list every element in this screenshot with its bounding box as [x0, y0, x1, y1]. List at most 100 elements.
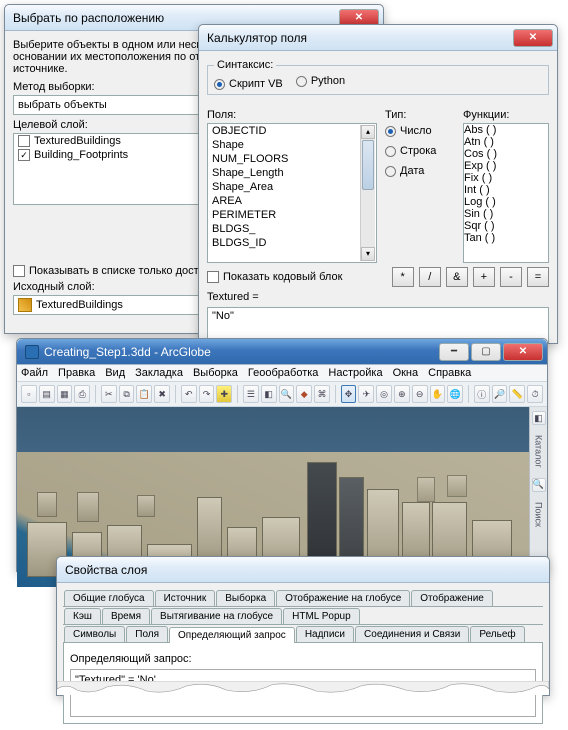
tab-time[interactable]: Время — [102, 608, 150, 624]
field-item[interactable]: BLDGS_ — [208, 222, 376, 236]
menu-edit[interactable]: Правка — [58, 367, 95, 379]
tab-general[interactable]: Общие глобуса — [64, 590, 154, 606]
field-item[interactable]: BLDGS_ID — [208, 236, 376, 250]
menu-windows[interactable]: Окна — [393, 367, 419, 379]
tab-globe-display[interactable]: Отображение на глобусе — [276, 590, 410, 606]
op-divide-button[interactable]: / — [419, 267, 441, 287]
syntax-vb-radio[interactable]: Скрипт VB — [214, 78, 283, 90]
minimize-icon[interactable]: ━ — [439, 343, 469, 361]
catalog-tab[interactable]: Каталог — [533, 431, 545, 472]
checkbox-icon[interactable]: ✓ — [18, 149, 30, 161]
toolbox-icon[interactable]: ◆ — [296, 385, 312, 403]
search-tab[interactable]: Поиск — [533, 498, 545, 531]
function-item[interactable]: Exp ( ) — [464, 160, 548, 172]
menu-selection[interactable]: Выборка — [193, 367, 238, 379]
zoom-in-icon[interactable]: ⊕ — [394, 385, 410, 403]
tab-selection[interactable]: Выборка — [216, 590, 275, 606]
menu-geoprocessing[interactable]: Геообработка — [248, 367, 319, 379]
function-item[interactable]: Sqr ( ) — [464, 220, 548, 232]
tab-fields[interactable]: Поля — [126, 626, 168, 642]
tab-extrusion[interactable]: Вытягивание на глобусе — [151, 608, 282, 624]
tab-source[interactable]: Источник — [155, 590, 216, 606]
op-multiply-button[interactable]: * — [392, 267, 414, 287]
tab-cache[interactable]: Кэш — [64, 608, 101, 624]
op-minus-button[interactable]: - — [500, 267, 522, 287]
tab-elevation[interactable]: Рельеф — [470, 626, 524, 642]
field-item[interactable]: AREA — [208, 194, 376, 208]
new-icon[interactable]: ▫ — [21, 385, 37, 403]
menu-view[interactable]: Вид — [105, 367, 125, 379]
field-item[interactable]: Shape_Length — [208, 166, 376, 180]
find-icon[interactable]: 🔎 — [492, 385, 508, 403]
checkbox-icon[interactable] — [207, 271, 219, 283]
target-icon[interactable]: ◎ — [376, 385, 392, 403]
delete-icon[interactable]: ✖ — [154, 385, 170, 403]
scroll-up-icon[interactable]: ▴ — [361, 125, 375, 139]
function-item[interactable]: Int ( ) — [464, 184, 548, 196]
paste-icon[interactable]: 📋 — [136, 385, 152, 403]
cut-icon[interactable]: ✂ — [101, 385, 117, 403]
time-icon[interactable]: ⏱ — [527, 385, 543, 403]
measure-icon[interactable]: 📏 — [509, 385, 525, 403]
op-equals-button[interactable]: = — [527, 267, 549, 287]
menu-settings[interactable]: Настройка — [328, 367, 382, 379]
function-item[interactable]: Log ( ) — [464, 196, 548, 208]
python-icon[interactable]: ⌘ — [314, 385, 330, 403]
scrollbar[interactable]: ▴ ▾ — [360, 125, 375, 261]
add-data-icon[interactable]: ✚ — [216, 385, 232, 403]
redo-icon[interactable]: ↷ — [199, 385, 215, 403]
syntax-python-radio[interactable]: Python — [296, 75, 345, 87]
functions-listbox[interactable]: Abs ( ) Atn ( ) Cos ( ) Exp ( ) Fix ( ) … — [463, 123, 549, 263]
type-string-radio[interactable]: Строка — [385, 145, 445, 157]
function-item[interactable]: Cos ( ) — [464, 148, 548, 160]
function-item[interactable]: Sin ( ) — [464, 208, 548, 220]
search-tab-icon[interactable]: 🔍 — [532, 478, 546, 492]
identify-icon[interactable]: ⓘ — [474, 385, 490, 403]
type-date-radio[interactable]: Дата — [385, 165, 445, 177]
close-icon[interactable]: ✕ — [503, 343, 543, 361]
field-item[interactable]: OBJECTID — [208, 124, 376, 138]
op-concat-button[interactable]: & — [446, 267, 468, 287]
tab-display[interactable]: Отображение — [411, 590, 493, 606]
function-item[interactable]: Fix ( ) — [464, 172, 548, 184]
catalog-icon[interactable]: ◧ — [261, 385, 277, 403]
fly-icon[interactable]: ✈ — [358, 385, 374, 403]
tab-joins[interactable]: Соединения и Связи — [355, 626, 469, 642]
menu-help[interactable]: Справка — [428, 367, 471, 379]
pan-icon[interactable]: ✋ — [430, 385, 446, 403]
function-item[interactable]: Abs ( ) — [464, 124, 548, 136]
close-icon[interactable]: ✕ — [513, 29, 553, 47]
tab-htmlpopup[interactable]: HTML Popup — [283, 608, 360, 624]
print-icon[interactable]: ⎙ — [74, 385, 90, 403]
tab-labels[interactable]: Надписи — [296, 626, 354, 642]
field-item[interactable]: NUM_FLOORS — [208, 152, 376, 166]
checkbox-icon[interactable] — [18, 135, 30, 147]
full-extent-icon[interactable]: 🌐 — [447, 385, 463, 403]
field-item[interactable]: PERIMETER — [208, 208, 376, 222]
copy-icon[interactable]: ⧉ — [119, 385, 135, 403]
checkbox-icon[interactable] — [13, 265, 25, 277]
search-icon[interactable]: 🔍 — [279, 385, 295, 403]
toc-icon[interactable]: ☰ — [243, 385, 259, 403]
tab-symbology[interactable]: Символы — [64, 626, 125, 642]
scroll-thumb[interactable] — [362, 140, 374, 190]
op-plus-button[interactable]: + — [473, 267, 495, 287]
scroll-down-icon[interactable]: ▾ — [361, 247, 375, 261]
save-icon[interactable]: ▦ — [57, 385, 73, 403]
field-item[interactable]: Shape — [208, 138, 376, 152]
function-item[interactable]: Tan ( ) — [464, 232, 548, 244]
type-number-radio[interactable]: Число — [385, 125, 445, 137]
catalog-tab-icon[interactable]: ◧ — [532, 411, 546, 425]
undo-icon[interactable]: ↶ — [181, 385, 197, 403]
open-icon[interactable]: ▤ — [39, 385, 55, 403]
tab-definition-query[interactable]: Определяющий запрос — [169, 627, 295, 643]
zoom-out-icon[interactable]: ⊖ — [412, 385, 428, 403]
fields-listbox[interactable]: OBJECTID Shape NUM_FLOORS Shape_Length S… — [207, 123, 377, 263]
function-item[interactable]: Atn ( ) — [464, 136, 548, 148]
maximize-icon[interactable]: ▢ — [471, 343, 501, 361]
navigate-icon[interactable]: ✥ — [341, 385, 357, 403]
field-item[interactable]: Shape_Area — [208, 180, 376, 194]
menu-bookmark[interactable]: Закладка — [135, 367, 183, 379]
syntax-fieldset: Синтаксис: Скрипт VB Python — [207, 59, 549, 95]
menu-file[interactable]: Файл — [21, 367, 48, 379]
